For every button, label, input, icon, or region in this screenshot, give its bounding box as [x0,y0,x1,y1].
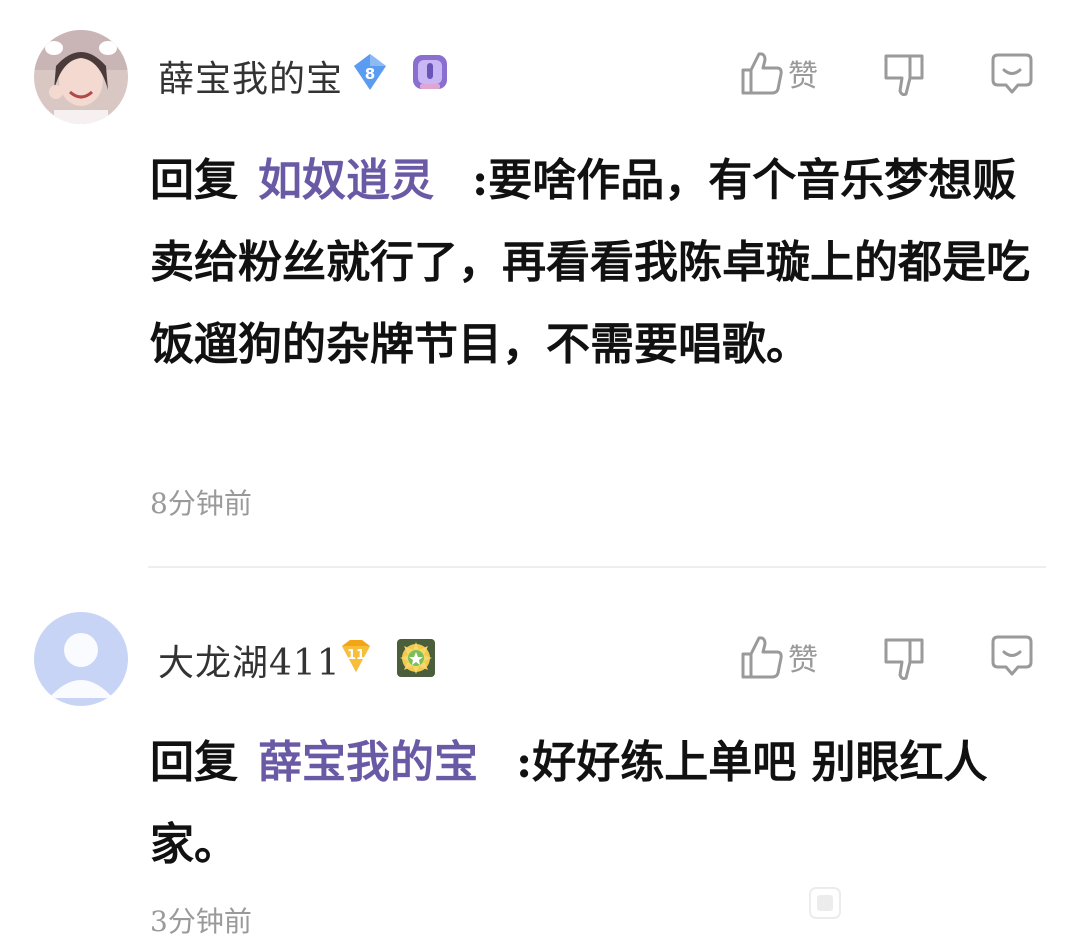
comment-item: 薛宝我的宝 8 赞 回复 如奴逍灵:要啥作品，有个音乐梦想贩卖给粉丝就行了，再看看… [0,0,1080,566]
comment-body: 回复 薛宝我的宝:好好练上单吧 别眼红人家。 [150,722,1045,886]
username[interactable]: 大龙湖411 [158,634,341,686]
like-button[interactable]: 赞 [740,634,818,680]
reply-button[interactable] [990,634,1034,678]
comment-icon [991,635,1033,676]
user-photo-avatar [34,30,128,124]
thumbs-up-icon [741,636,783,679]
dislike-button[interactable] [882,52,926,98]
dislike-button[interactable] [882,636,926,682]
medal-badge-icon [413,55,447,89]
thumbs-up-icon [741,52,783,95]
comment-icon [991,53,1033,94]
medal-badge-icon [397,639,435,677]
reply-prefix: 回复 [150,155,238,206]
level-number: 8 [365,65,375,83]
watermark-icon [809,887,841,919]
comment-body: 回复 如奴逍灵:要啥作品，有个音乐梦想贩卖给粉丝就行了，再看看我陈卓璇上的都是吃饭… [150,140,1045,386]
user-avatar[interactable] [34,30,128,124]
comment-time: 8分钟前 [150,487,252,520]
level-badge-icon: 11 [342,640,370,672]
thumbs-down-icon [884,638,924,681]
reply-prefix: 回复 [150,737,238,788]
like-label: 赞 [788,59,818,94]
user-avatar[interactable] [34,612,128,706]
level-number: 11 [347,648,365,663]
reply-target-link[interactable]: 薛宝我的宝 [258,737,478,788]
level-badge-icon: 8 [354,54,386,90]
reply-target-link[interactable]: 如奴逍灵 [258,155,434,206]
comment-time: 3分钟前 [150,905,252,938]
thumbs-down-icon [884,54,924,97]
default-avatar [34,612,128,706]
username[interactable]: 薛宝我的宝 [158,50,343,102]
like-button[interactable]: 赞 [740,50,818,96]
like-label: 赞 [788,643,818,678]
comment-item: 大龙湖411 11 赞 回复 薛宝我的宝:好好练上单吧 别眼红人家。 3分钟前 [0,568,1080,938]
reply-button[interactable] [990,52,1034,96]
